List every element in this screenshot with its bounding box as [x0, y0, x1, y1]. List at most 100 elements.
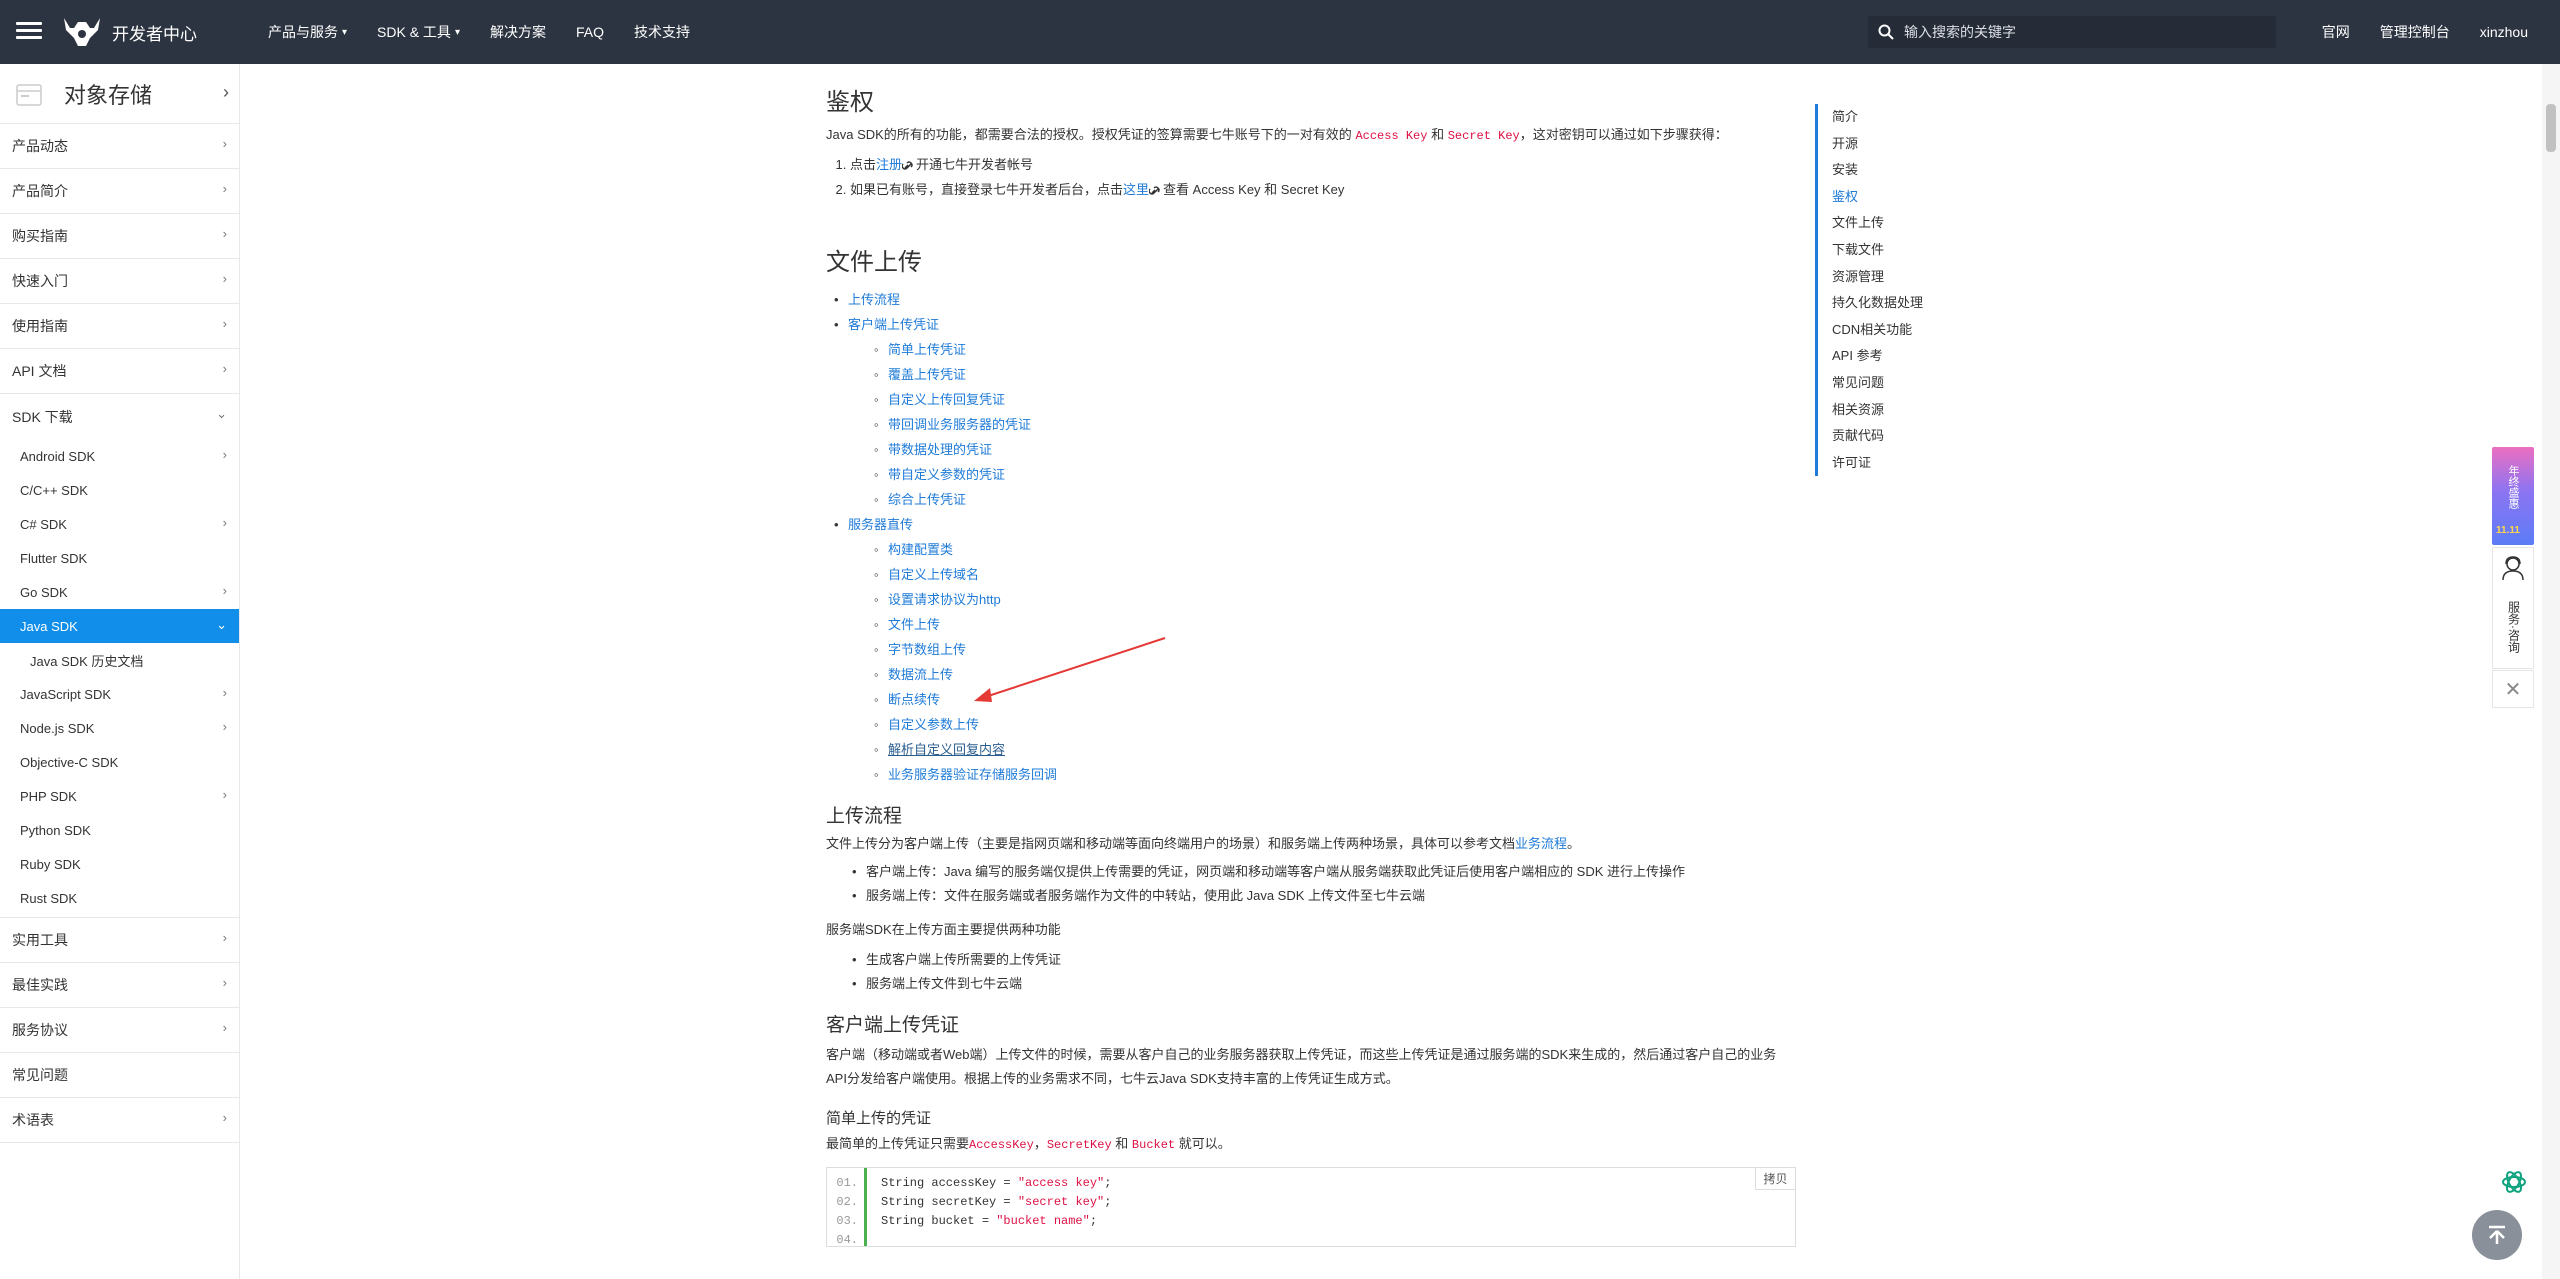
sidebar-sdk-flutter[interactable]: Flutter SDK	[0, 541, 239, 575]
sidebar-item-glossary[interactable]: 术语表 ›	[0, 1098, 239, 1143]
sidebar-sdk-python[interactable]: Python SDK	[0, 813, 239, 847]
toc-item-download[interactable]: 下载文件	[1832, 237, 1965, 264]
toc-link[interactable]: 数据流上传	[888, 667, 953, 682]
register-link[interactable]: 注册	[876, 157, 902, 172]
sidebar-item-best-practice[interactable]: 最佳实践 ›	[0, 963, 239, 1008]
close-icon[interactable]: ✕	[2492, 670, 2534, 708]
toc-link[interactable]: 自定义上传域名	[888, 567, 979, 582]
sidebar-item-product-intro[interactable]: 产品简介 ›	[0, 169, 239, 214]
back-to-top-button[interactable]	[2472, 1210, 2522, 1260]
sidebar-sdk-java-history[interactable]: Java SDK 历史文档	[0, 643, 239, 677]
toc-link[interactable]: 带自定义参数的凭证	[888, 467, 1005, 482]
sidebar-sub-label: C/C++ SDK	[20, 482, 88, 498]
sidebar-sdk-java[interactable]: Java SDK ⌄	[0, 609, 239, 643]
toc-item-install[interactable]: 安装	[1832, 157, 1965, 184]
toc-link[interactable]: 服务器直传	[848, 517, 913, 532]
toc-link[interactable]: 带数据处理的凭证	[888, 442, 992, 457]
chevron-right-icon: ›	[222, 583, 227, 598]
toc-item-contribute[interactable]: 贡献代码	[1832, 423, 1965, 450]
toc-link[interactable]: 综合上传凭证	[888, 492, 966, 507]
toc-link-resume-upload[interactable]: 断点续传	[888, 692, 940, 707]
list-item: 业务服务器验证存储服务回调	[874, 762, 1796, 787]
sidebar-sdk-ruby[interactable]: Ruby SDK	[0, 847, 239, 881]
nav-solutions[interactable]: 解决方案	[490, 22, 546, 42]
user-menu[interactable]: xinzhou	[2480, 24, 2528, 40]
toc-item-faq[interactable]: 常见问题	[1832, 370, 1965, 397]
toc-item-license[interactable]: 许可证	[1832, 450, 1965, 477]
sidebar-item-product-news[interactable]: 产品动态 ›	[0, 124, 239, 169]
search-input[interactable]	[1904, 24, 2264, 40]
toc-link[interactable]: 自定义参数上传	[888, 717, 979, 732]
qiniu-logo-icon	[64, 18, 100, 46]
sidebar-sdk-rust[interactable]: Rust SDK	[0, 881, 239, 915]
sidebar-item-api[interactable]: API 文档 ›	[0, 349, 239, 394]
chevron-right-icon: ›	[222, 226, 227, 241]
sidebar-sdk-javascript[interactable]: JavaScript SDK ›	[0, 677, 239, 711]
sidebar-sdk-csharp[interactable]: C# SDK ›	[0, 507, 239, 541]
flow-list: 客户端上传：Java 编写的服务端仅提供上传需要的凭证，网页端和移动端等客户端从…	[852, 860, 1796, 908]
menu-icon[interactable]	[16, 18, 42, 44]
toc-link[interactable]: 客户端上传凭证	[848, 317, 939, 332]
toc-item-resources[interactable]: 相关资源	[1832, 397, 1965, 424]
nav-sdk-tools[interactable]: SDK & 工具 ▾	[377, 22, 460, 42]
nav-support[interactable]: 技术支持	[634, 22, 690, 42]
promo-banner[interactable]: 年终盛惠 11.11	[2492, 447, 2534, 545]
toc-item-auth[interactable]: 鉴权	[1832, 184, 1965, 211]
toc-link[interactable]: 文件上传	[888, 617, 940, 632]
sidebar-header[interactable]: 对象存储 ›	[0, 64, 239, 124]
logo[interactable]: 开发者中心	[60, 12, 197, 52]
toc-item-upload[interactable]: 文件上传	[1832, 210, 1965, 237]
sidebar-item-agreement[interactable]: 服务协议 ›	[0, 1008, 239, 1053]
sidebar-sdk-android[interactable]: Android SDK ›	[0, 439, 239, 473]
section-title-flow: 上传流程	[826, 806, 903, 827]
sidebar-item-sdk[interactable]: SDK 下载 ⌄	[0, 394, 239, 439]
toc-link[interactable]: 上传流程	[848, 292, 900, 307]
nav-console[interactable]: 管理控制台	[2380, 22, 2450, 42]
toc-link[interactable]: 业务服务器验证存储服务回调	[888, 767, 1057, 782]
ai-assistant-icon[interactable]	[2496, 1164, 2532, 1200]
toc-link[interactable]: 构建配置类	[888, 542, 953, 557]
toc-item-persistent[interactable]: 持久化数据处理	[1832, 290, 1965, 317]
sidebar: 对象存储 › 产品动态 › 产品简介 › 购买指南 › 快速入门 › 使用指南 › API…	[0, 64, 240, 1279]
promo-badge: 11.11	[2496, 525, 2520, 536]
toc-link[interactable]: 设置请求协议为http	[888, 592, 1001, 607]
chevron-right-icon[interactable]: ›	[223, 82, 229, 103]
toc-link[interactable]: 自定义上传回复凭证	[888, 392, 1005, 407]
sidebar-item-guide[interactable]: 使用指南 ›	[0, 304, 239, 349]
scrollbar[interactable]	[2542, 64, 2560, 1279]
toc-item-opensource[interactable]: 开源	[1832, 131, 1965, 158]
search-icon[interactable]	[1878, 24, 1894, 40]
toc-item-api[interactable]: API 参考	[1832, 343, 1965, 370]
flow-text: 文件上传分为客户端上传（主要是指网页端和移动端等面向终端用户的场景）和服务端上传…	[826, 836, 1516, 851]
toc-link[interactable]: 带回调业务服务器的凭证	[888, 417, 1031, 432]
chevron-right-icon: ›	[222, 316, 227, 331]
sidebar-sdk-cpp[interactable]: C/C++ SDK	[0, 473, 239, 507]
toc-link[interactable]: 字节数组上传	[888, 642, 966, 657]
business-flow-link[interactable]: 业务流程	[1515, 836, 1567, 851]
scrollbar-thumb[interactable]	[2546, 104, 2556, 152]
sidebar-sdk-go[interactable]: Go SDK ›	[0, 575, 239, 609]
sidebar-item-quickstart[interactable]: 快速入门 ›	[0, 259, 239, 304]
toc-item-resource[interactable]: 资源管理	[1832, 264, 1965, 291]
service-consult-button[interactable]: 服务·咨询	[2492, 547, 2534, 669]
toc-link[interactable]: 解析自定义回复内容	[888, 742, 1005, 757]
sidebar-sdk-php[interactable]: PHP SDK ›	[0, 779, 239, 813]
here-link[interactable]: 这里	[1123, 182, 1149, 197]
code-text: ;	[1104, 1195, 1112, 1209]
toc-link[interactable]: 简单上传凭证	[888, 342, 966, 357]
nav-products[interactable]: 产品与服务 ▾	[268, 22, 347, 42]
sidebar-sdk-nodejs[interactable]: Node.js SDK ›	[0, 711, 239, 745]
nav-faq[interactable]: FAQ	[576, 24, 604, 40]
toc-link[interactable]: 覆盖上传凭证	[888, 367, 966, 382]
copy-button[interactable]: 拷贝	[1755, 1168, 1795, 1190]
sidebar-item-purchase[interactable]: 购买指南 ›	[0, 214, 239, 259]
sidebar-item-tools[interactable]: 实用工具 ›	[0, 918, 239, 963]
toc-item-intro[interactable]: 简介	[1832, 104, 1965, 131]
line-number: 01.	[836, 1176, 858, 1190]
sidebar-item-faq[interactable]: 常见问题	[0, 1053, 239, 1098]
toc-item-cdn[interactable]: CDN相关功能	[1832, 317, 1965, 344]
code-text: String bucket =	[881, 1214, 997, 1228]
nav-official-site[interactable]: 官网	[2322, 22, 2350, 42]
code-lines: String accessKey = "access key"; String …	[881, 1174, 1111, 1231]
sidebar-sdk-objc[interactable]: Objective-C SDK	[0, 745, 239, 779]
